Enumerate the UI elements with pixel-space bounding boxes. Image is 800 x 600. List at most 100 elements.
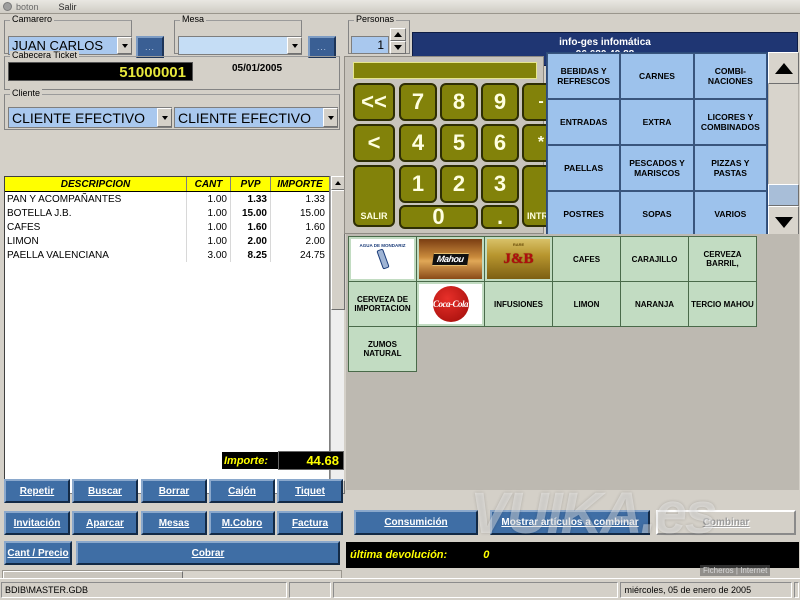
keypad-key-7[interactable]: 7 [399, 83, 437, 121]
ticket-lines-grid[interactable]: DESCRIPCION CANT PVP IMPORTE PAN Y ACOMP… [4, 176, 330, 494]
chevron-down-icon[interactable] [323, 108, 338, 127]
consumicion-button[interactable]: Consumición [354, 510, 478, 535]
cell-pvp: 1.33 [231, 192, 271, 206]
agua-de-mondariz-logo: AGUA DE MONDARIZ [351, 239, 414, 279]
cliente-select-1[interactable]: CLIENTE EFECTIVO [8, 107, 172, 128]
action-button-repetir[interactable]: Repetir [4, 479, 70, 503]
mahou-logo: Mahou [419, 239, 482, 279]
scrollbar-thumb[interactable] [331, 190, 345, 310]
category-button-postres[interactable]: POSTRES [547, 191, 621, 237]
combinar-button: Combinar [656, 510, 796, 535]
keypad-key-5[interactable]: 5 [440, 124, 478, 162]
category-button-pescados-y-mariscos[interactable]: PESCADOS Y MARISCOS [620, 145, 694, 191]
keypad-key-1[interactable]: 1 [399, 165, 437, 203]
ticket-panel: Cabecera Ticket 51000001 05/01/2005 Clie… [2, 50, 345, 494]
cobrar-button[interactable]: Cobrar [76, 541, 340, 565]
category-button-licores-y-combinados[interactable]: LICORES Y COMBINADOS [693, 99, 767, 145]
category-button-grid: BEBIDAS Y REFRESCOS CARNES COMBI- NACIONES… [546, 52, 768, 238]
keypad-key-9[interactable]: 9 [481, 83, 519, 121]
category-button-entradas[interactable]: ENTRADAS [547, 99, 621, 145]
ticket-grid-scrollbar[interactable] [330, 176, 345, 494]
action-button-borrar[interactable]: Borrar [141, 479, 207, 503]
scrollbar-track[interactable] [768, 84, 799, 184]
product-button-carajillo[interactable]: CARAJILLO [621, 237, 689, 282]
product-button-limon[interactable]: LIMON [553, 282, 621, 327]
category-button-varios[interactable]: VARIOS [693, 191, 767, 237]
action-button-tiquet[interactable]: Tiquet [277, 479, 343, 503]
scroll-up-icon[interactable] [331, 176, 345, 190]
product-button-mahou[interactable]: Mahou [417, 237, 485, 282]
coca-cola-logo: Coca-Cola [419, 284, 482, 324]
keypad-back-double[interactable]: << [353, 83, 395, 121]
importe-value: 44.68 [278, 451, 344, 470]
category-scrollbar[interactable] [768, 52, 799, 238]
action-button-factura[interactable]: Factura [277, 511, 343, 535]
scrollbar-thumb[interactable] [768, 184, 799, 206]
table-row[interactable]: BOTELLA J.B. 1.00 15.00 15.00 [5, 206, 329, 220]
keypad-key-0[interactable]: 0 [399, 204, 478, 229]
keypad-key-salir[interactable]: SALIR [353, 165, 395, 227]
cell-cant: 1.00 [187, 234, 231, 248]
action-button-mesas[interactable]: Mesas [141, 511, 207, 535]
category-button-extra[interactable]: EXTRA [620, 99, 694, 145]
category-button-sopas[interactable]: SOPAS [620, 191, 694, 237]
stepper-down-icon[interactable] [390, 41, 406, 54]
personas-stepper[interactable] [390, 28, 406, 54]
category-button-combi-naciones[interactable]: COMBI- NACIONES [693, 53, 767, 99]
cant-precio-button[interactable]: Cant / Precio [4, 541, 72, 565]
chevron-down-icon[interactable] [157, 108, 172, 127]
product-button-cerveza-barril-[interactable]: CERVEZA BARRIL, [689, 237, 757, 282]
watermark-tag: Ficheros | Internet [700, 565, 771, 576]
action-button-buscar[interactable]: Buscar [72, 479, 138, 503]
scroll-up-icon[interactable] [768, 52, 799, 84]
product-button-cerveza-de-importacion[interactable]: CERVEZA DE IMPORTACION [349, 282, 417, 327]
personas-input[interactable]: 1 [351, 36, 389, 54]
cell-cant: 1.00 [187, 220, 231, 234]
menu-item-salir[interactable]: Salir [59, 2, 77, 12]
ultima-devolucion-label: última devolución: [350, 549, 448, 561]
category-button-carnes[interactable]: CARNES [620, 53, 694, 99]
cell-descripcion: PAN Y ACOMPAÑANTES [5, 192, 187, 206]
ultima-devolucion-value: 0 [483, 549, 490, 561]
keypad-key-8[interactable]: 8 [440, 83, 478, 121]
cell-importe: 24.75 [299, 249, 325, 261]
personas-label: Personas [354, 14, 397, 24]
grid-header-row: DESCRIPCION CANT PVP IMPORTE [5, 177, 329, 192]
product-button-infusiones[interactable]: INFUSIONES [485, 282, 553, 327]
action-button-caj-n[interactable]: Cajón [209, 479, 275, 503]
product-button-agua-de-mondariz[interactable]: AGUA DE MONDARIZ [349, 237, 417, 282]
table-row[interactable]: PAELLA VALENCIANA 3.00 8.25 24.75 [5, 248, 329, 262]
category-button-bebidas-y-refrescos[interactable]: BEBIDAS Y REFRESCOS [547, 53, 621, 99]
keypad-back-single[interactable]: < [353, 124, 395, 162]
action-button-aparcar[interactable]: Aparcar [72, 511, 138, 535]
keypad-key-2[interactable]: 2 [440, 165, 478, 203]
table-row[interactable]: CAFES 1.00 1.60 1.60 [5, 220, 329, 234]
keypad-key-3[interactable]: 3 [481, 165, 519, 203]
cell-pvp: 2.00 [231, 234, 271, 248]
product-button-coca-cola[interactable]: Coca-Cola [417, 282, 485, 327]
product-button-cafes[interactable]: CAFES [553, 237, 621, 282]
keypad-key-4[interactable]: 4 [399, 124, 437, 162]
grid-body[interactable]: PAN Y ACOMPAÑANTES 1.00 1.33 1.33 BOTELLA J.… [5, 192, 329, 262]
cliente-select-2[interactable]: CLIENTE EFECTIVO [174, 107, 338, 128]
category-button-pizzas-y-pastas[interactable]: PIZZAS Y PASTAS [693, 145, 767, 191]
table-row[interactable]: PAN Y ACOMPAÑANTES 1.00 1.33 1.33 [5, 192, 329, 206]
product-button-j-b[interactable]: RARE J&B [485, 237, 553, 282]
product-button-naranja[interactable]: NARANJA [621, 282, 689, 327]
table-row[interactable]: LIMON 1.00 2.00 2.00 [5, 234, 329, 248]
stepper-up-icon[interactable] [390, 28, 406, 41]
status-cell-2 [288, 581, 331, 598]
category-button-paellas[interactable]: PAELLAS [547, 145, 621, 191]
product-button-tercio-mahou[interactable]: TERCIO MAHOU [689, 282, 757, 327]
cell-cant: 1.00 [187, 192, 231, 206]
mostrar-articulos-combinar-button[interactable]: Mostrar artículos a combinar [490, 510, 650, 535]
cliente-value-2: CLIENTE EFECTIVO [178, 109, 312, 126]
action-button-invitaci-n[interactable]: Invitación [4, 511, 70, 535]
ticket-number-display: 51000001 [8, 62, 193, 81]
product-button-zumos-natural[interactable]: ZUMOS NATURAL [349, 327, 417, 372]
keypad-key-dot[interactable]: . [481, 204, 519, 229]
cell-descripcion: PAELLA VALENCIANA [5, 248, 187, 262]
status-bar: BDIB\MASTER.GDB miércoles, 05 de enero d… [0, 578, 800, 600]
action-button-m-cobro[interactable]: M.Cobro [209, 511, 275, 535]
keypad-key-6[interactable]: 6 [481, 124, 519, 162]
